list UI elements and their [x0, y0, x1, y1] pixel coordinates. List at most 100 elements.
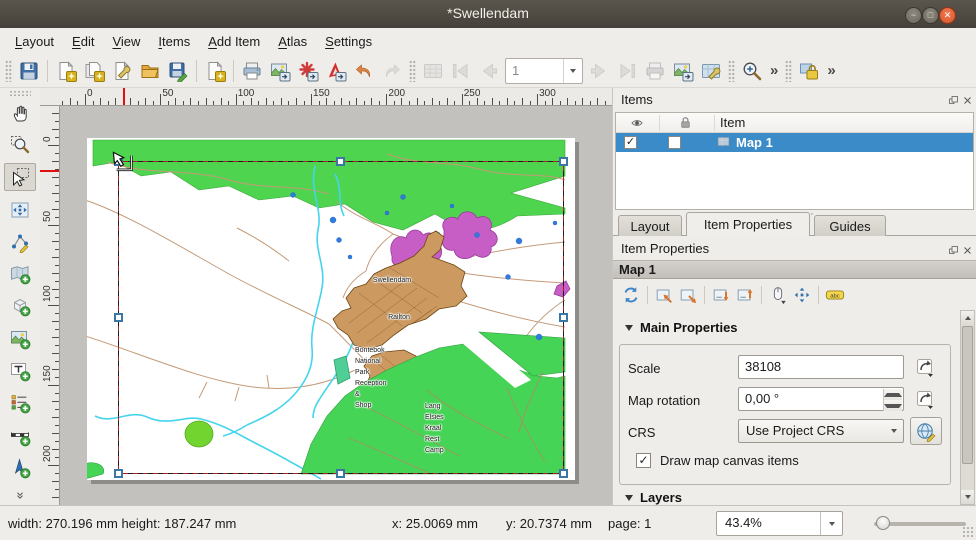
view-extent-button[interactable]: [676, 283, 700, 307]
crs-combo[interactable]: Use Project CRS: [738, 419, 904, 443]
item-properties-close-icon[interactable]: [961, 244, 973, 256]
combo-arrow-icon[interactable]: [563, 59, 582, 83]
scrollbar-thumb[interactable]: [962, 326, 973, 464]
rotation-spin-buttons[interactable]: [883, 389, 902, 411]
save-layout-button[interactable]: [15, 57, 43, 85]
menu-layout[interactable]: Layout: [6, 31, 63, 52]
redo-button[interactable]: [378, 57, 406, 85]
layout-canvas[interactable]: SwellendamRailtonBontebok National Park …: [60, 106, 612, 505]
atlas-prev-button[interactable]: [475, 57, 503, 85]
minimize-button[interactable]: −: [905, 7, 922, 24]
save-as-template-button[interactable]: [164, 57, 192, 85]
scroll-down-icon[interactable]: [961, 490, 974, 504]
item-properties-float-icon[interactable]: [947, 244, 959, 256]
close-button[interactable]: ✕: [939, 7, 956, 24]
export-image-button[interactable]: [266, 57, 294, 85]
zoom-level-combo[interactable]: 43.4%: [716, 511, 843, 536]
add-3d-map-tool[interactable]: [4, 292, 36, 320]
toolbar-overflow-button[interactable]: »: [770, 62, 778, 79]
duplicate-layout-button[interactable]: [80, 57, 108, 85]
atlas-next-button[interactable]: [585, 57, 613, 85]
edit-extent-button[interactable]: [766, 283, 790, 307]
visibility-checkbox[interactable]: ✓: [624, 136, 637, 149]
atlas-preview-button[interactable]: [419, 57, 447, 85]
add-label-tool[interactable]: [4, 357, 36, 385]
selection-handle[interactable]: [114, 469, 123, 478]
atlas-page-combo[interactable]: 1: [505, 58, 583, 84]
lock-items-button[interactable]: [795, 57, 823, 85]
items-panel-float-icon[interactable]: [947, 94, 959, 106]
menu-add-item[interactable]: Add Item: [199, 31, 269, 52]
resize-grip[interactable]: [962, 526, 974, 538]
menu-edit[interactable]: Edit: [63, 31, 103, 52]
layers-section[interactable]: Layers: [625, 490, 682, 505]
selection-handle[interactable]: [559, 469, 568, 478]
export-svg-button[interactable]: [294, 57, 322, 85]
new-layout-button[interactable]: [52, 57, 80, 85]
add-scalebar-tool[interactable]: [4, 421, 36, 449]
items-tree-header: Item: [616, 113, 973, 133]
scale-input[interactable]: 38108: [738, 355, 904, 379]
move-item-content-tool[interactable]: [4, 195, 36, 223]
items-row-map-1[interactable]: ✓Map 1: [616, 133, 973, 152]
atlas-last-button[interactable]: [613, 57, 641, 85]
ruler-label: 150: [42, 365, 53, 382]
tab-guides[interactable]: Guides: [814, 215, 886, 236]
zoom-combo-arrow-icon[interactable]: [820, 512, 842, 535]
selection-handle[interactable]: [114, 313, 123, 322]
add-pages-button[interactable]: [201, 57, 229, 85]
set-scale-button[interactable]: [709, 283, 733, 307]
print-atlas-button[interactable]: [641, 57, 669, 85]
zoom-tool[interactable]: [4, 131, 36, 159]
move-map-content-button[interactable]: [790, 283, 814, 307]
add-legend-tool[interactable]: [4, 389, 36, 417]
refresh-button[interactable]: [619, 283, 643, 307]
maximize-button[interactable]: □: [922, 7, 939, 24]
ruler-label: 50: [42, 211, 53, 222]
crs-select-button[interactable]: [910, 417, 942, 445]
selection-handle[interactable]: [559, 313, 568, 322]
edit-nodes-tool[interactable]: [4, 228, 36, 256]
scroll-up-icon[interactable]: [961, 311, 974, 325]
toolbar-drag-handle: [785, 60, 792, 82]
scale-override-button[interactable]: [912, 354, 938, 380]
menu-view[interactable]: View: [103, 31, 149, 52]
menu-atlas[interactable]: Atlas: [269, 31, 316, 52]
rotation-override-button[interactable]: [912, 386, 938, 412]
toolbar-overflow-button[interactable]: »: [827, 62, 835, 79]
page-1[interactable]: SwellendamRailtonBontebok National Park …: [87, 138, 575, 480]
lock-checkbox[interactable]: [668, 136, 681, 149]
properties-scrollbar[interactable]: [960, 310, 975, 505]
zoom-slider-handle[interactable]: [876, 516, 890, 530]
zoom-in-button[interactable]: [738, 57, 766, 85]
selection-handle[interactable]: [336, 469, 345, 478]
print-button[interactable]: [238, 57, 266, 85]
layout-manager-button[interactable]: [108, 57, 136, 85]
add-map-tool[interactable]: [4, 260, 36, 288]
selection-handle[interactable]: [336, 157, 345, 166]
tab-layout[interactable]: Layout: [618, 215, 682, 236]
ruler-label: 250: [464, 88, 481, 99]
view-scale-button[interactable]: [733, 283, 757, 307]
labels-button[interactable]: abc: [823, 283, 847, 307]
pan-tool[interactable]: [4, 99, 36, 127]
undo-button[interactable]: [350, 57, 378, 85]
export-pdf-button[interactable]: [322, 57, 350, 85]
items-panel-close-icon[interactable]: [961, 94, 973, 106]
atlas-first-button[interactable]: [447, 57, 475, 85]
atlas-settings-button[interactable]: [697, 57, 725, 85]
add-north-arrow-tool[interactable]: [4, 454, 36, 482]
open-layout-button[interactable]: [136, 57, 164, 85]
tab-item-properties[interactable]: Item Properties: [686, 212, 810, 236]
menu-settings[interactable]: Settings: [316, 31, 381, 52]
export-atlas-button[interactable]: [669, 57, 697, 85]
main-properties-section[interactable]: Main Properties: [625, 320, 738, 335]
add-picture-tool[interactable]: [4, 325, 36, 353]
selection-handle[interactable]: [559, 157, 568, 166]
map-rotation-spinbox[interactable]: 0,00 °: [738, 387, 904, 411]
menu-items[interactable]: Items: [149, 31, 199, 52]
more-tools-chevron[interactable]: [4, 486, 36, 503]
draw-map-canvas-items-checkbox[interactable]: ✓: [636, 453, 651, 468]
select-move-item-tool[interactable]: [4, 163, 36, 191]
set-extent-button[interactable]: [652, 283, 676, 307]
